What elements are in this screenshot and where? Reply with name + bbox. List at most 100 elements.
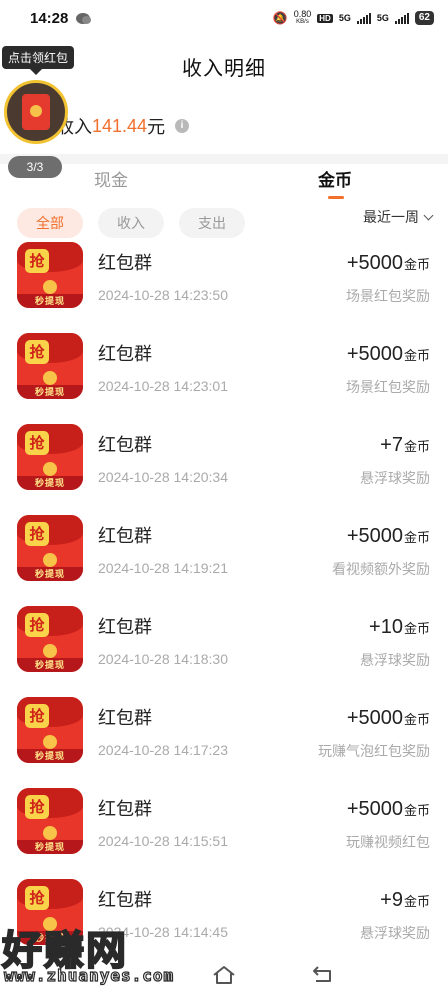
back-icon[interactable] [312,964,334,984]
transaction-title: 红包群 [98,344,152,364]
red-packet-app-icon: 抢秒提现 [17,606,83,672]
period-label: 最近一周 [363,209,419,225]
amount-value: +9 [380,889,403,911]
transaction-source: 悬浮球奖励 [360,470,430,486]
icon-strip-text: 秒提现 [17,840,83,854]
transaction-amount: +5000金币 [347,525,430,548]
active-tab-indicator [328,196,344,199]
transaction-title: 红包群 [98,799,152,819]
amount-unit: 金币 [403,257,430,272]
tab-cash[interactable]: 现金 [94,166,128,196]
tab-bar: 现金 金币 [0,166,448,200]
period-dropdown[interactable]: 最近一周 [363,208,434,226]
sim2-label: 5G [376,13,389,23]
net-speed-value: 0.80 [293,9,312,19]
amount-unit: 金币 [403,348,430,363]
battery-level: 62 [414,11,434,25]
red-packet-app-icon: 抢秒提现 [17,424,83,490]
transaction-time: 2024-10-28 14:18:30 [98,651,228,667]
signal-1-icon [356,12,371,24]
transaction-row[interactable]: 抢秒提现 红包群 2024-10-28 14:19:21 +5000金币 看视频… [0,497,448,588]
transaction-amount: +9金币 [380,889,430,912]
transaction-title: 红包群 [98,708,152,728]
transaction-list[interactable]: 抢秒提现 红包群 2024-10-28 14:23:50 +5000金币 场景红… [0,242,448,972]
icon-strip-text: 秒提现 [17,294,83,308]
amount-unit: 金币 [403,894,430,909]
amount-value: +10 [369,616,403,638]
floating-red-packet-button[interactable] [4,80,68,144]
filter-all-chip[interactable]: 全部 [17,208,83,238]
transaction-row[interactable]: 抢秒提现 红包群 2024-10-28 14:15:51 +5000金币 玩赚视… [0,770,448,861]
transaction-source: 悬浮球奖励 [360,652,430,668]
grab-glyph: 抢 [25,522,49,546]
income-summary: 收入 141.44 元 i [56,113,190,139]
transaction-source: 看视频额外奖励 [332,561,430,577]
red-packet-app-icon: 抢秒提现 [17,697,83,763]
amount-unit: 金币 [403,621,430,636]
transaction-row[interactable]: 抢秒提现 红包群 2024-10-28 14:23:50 +5000金币 场景红… [0,242,448,315]
filter-expense-chip[interactable]: 支出 [179,208,245,238]
status-bar: 14:28 🔕 0.80 KB/s HD 5G 5G 62 [0,0,448,36]
filter-income-chip[interactable]: 收入 [98,208,164,238]
grab-glyph: 抢 [25,613,49,637]
transaction-source: 悬浮球奖励 [360,925,430,941]
transaction-time: 2024-10-28 14:23:01 [98,378,228,394]
transaction-amount: +7金币 [380,434,430,457]
transaction-time: 2024-10-28 14:20:34 [98,469,228,485]
transaction-row[interactable]: 抢秒提现 红包群 2024-10-28 14:17:23 +5000金币 玩赚气… [0,679,448,770]
transaction-amount: +5000金币 [347,707,430,730]
amount-unit: 金币 [403,803,430,818]
transaction-amount: +10金币 [369,616,430,639]
transaction-time: 2024-10-28 14:19:21 [98,560,228,576]
home-icon[interactable] [212,964,236,986]
signal-2-icon [394,12,409,24]
float-counter-badge: 3/3 [8,156,62,178]
red-packet-app-icon: 抢秒提现 [17,515,83,581]
amount-value: +7 [380,434,403,456]
icon-strip-text: 秒提现 [17,385,83,399]
grab-glyph: 抢 [25,249,49,273]
icon-strip-text: 秒提现 [17,749,83,763]
red-packet-app-icon: 抢秒提现 [17,788,83,854]
net-speed: 0.80 KB/s [294,10,312,26]
grab-glyph: 抢 [25,340,49,364]
amount-value: +5000 [346,798,403,820]
transaction-amount: +5000金币 [347,798,430,821]
section-divider [0,154,448,164]
transaction-title: 红包群 [98,890,152,910]
amount-value: +5000 [346,252,403,274]
transaction-source: 玩赚气泡红包奖励 [318,743,430,759]
red-packet-app-icon: 抢秒提现 [17,333,83,399]
filter-bar: 全部 收入 支出 最近一周 [0,208,448,242]
transaction-time: 2024-10-28 14:23:50 [98,287,228,303]
transaction-row[interactable]: 抢秒提现 红包群 2024-10-28 14:20:34 +7金币 悬浮球奖励 [0,406,448,497]
transaction-row[interactable]: 抢秒提现 红包群 2024-10-28 14:23:01 +5000金币 场景红… [0,315,448,406]
float-tooltip: 点击领红包 [2,46,75,75]
amount-unit: 金币 [403,439,430,454]
icon-strip-text: 秒提现 [17,476,83,490]
mute-bell-icon: 🔕 [272,11,288,25]
amount-value: +5000 [346,707,403,729]
transaction-title: 红包群 [98,617,152,637]
hd-label: HD [317,13,333,23]
icon-strip-text: 秒提现 [17,567,83,581]
sim1-label: 5G [338,13,351,23]
icon-strip-text: 秒提现 [17,658,83,672]
transaction-source: 场景红包奖励 [346,379,430,395]
wechat-notification-icon [76,12,92,24]
status-time: 14:28 [30,9,69,27]
grab-glyph: 抢 [25,431,49,455]
amount-value: +5000 [346,343,403,365]
transaction-title: 红包群 [98,526,152,546]
status-indicators: 🔕 0.80 KB/s HD 5G 5G 62 [273,10,434,26]
transaction-time: 2024-10-28 14:15:51 [98,833,228,849]
net-speed-unit: KB/s [296,19,309,25]
transaction-time: 2024-10-28 14:17:23 [98,742,228,758]
transaction-list-inner: 抢秒提现 红包群 2024-10-28 14:23:50 +5000金币 场景红… [0,242,448,952]
grab-glyph: 抢 [25,795,49,819]
grab-glyph: 抢 [25,704,49,728]
info-icon[interactable]: i [175,119,190,133]
amount-value: +5000 [346,525,403,547]
transaction-row[interactable]: 抢秒提现 红包群 2024-10-28 14:18:30 +10金币 悬浮球奖励 [0,588,448,679]
tab-coins[interactable]: 金币 [318,166,352,196]
